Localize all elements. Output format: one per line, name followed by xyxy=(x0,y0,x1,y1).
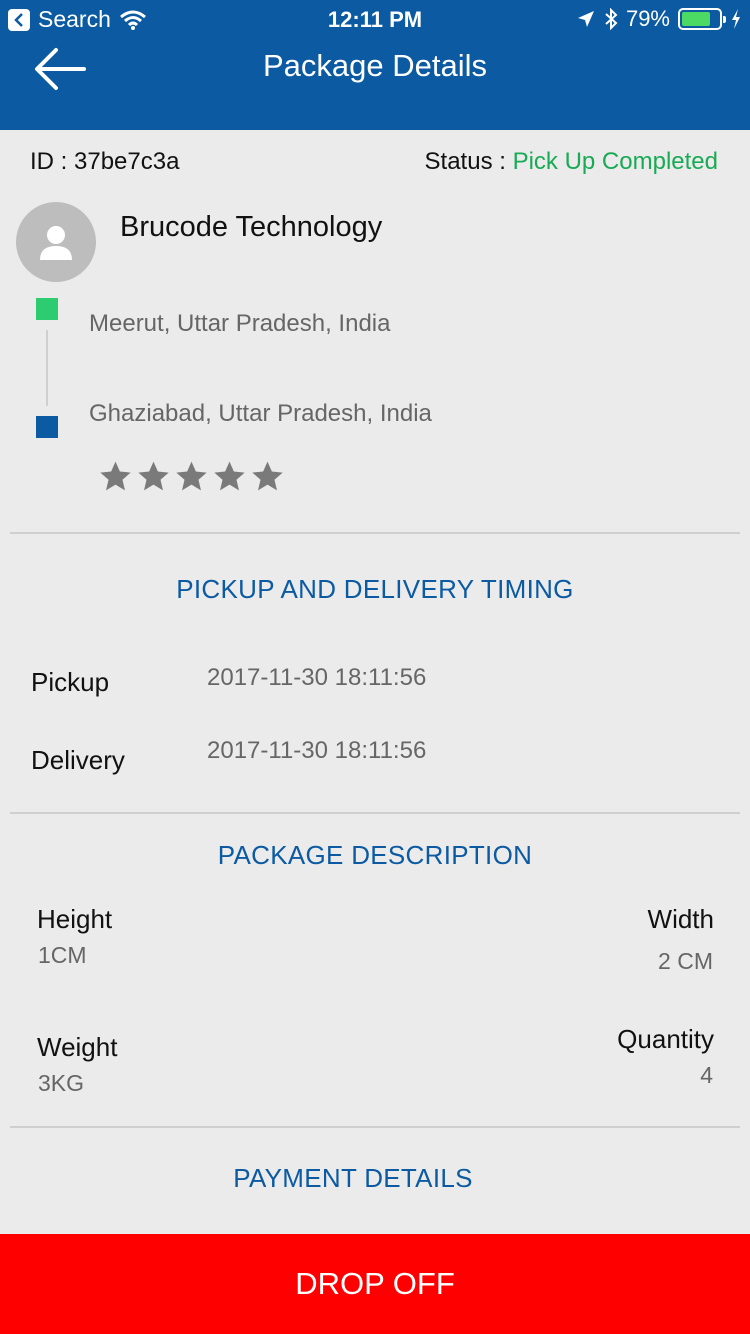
height-label: Height xyxy=(37,904,113,934)
battery-icon xyxy=(678,8,726,30)
star-icon[interactable] xyxy=(250,459,285,494)
package-id-row: ID : 37be7c3a xyxy=(30,148,179,176)
rating-stars[interactable] xyxy=(98,459,285,494)
drop-off-button[interactable]: DROP OFF xyxy=(0,1234,750,1334)
person-icon xyxy=(40,226,72,260)
package-status-row: Status : Pick Up Completed xyxy=(425,148,718,176)
page-title: Package Details xyxy=(262,48,487,83)
drop-off-label: DROP OFF xyxy=(295,1266,455,1301)
quantity-label: Quantity xyxy=(617,1024,714,1054)
bluetooth-icon xyxy=(605,8,618,30)
delivery-time-label: Delivery xyxy=(31,745,125,775)
status-bar: Search 12:11 PM 79% xyxy=(0,0,750,40)
divider xyxy=(10,812,740,814)
height-value: 1CM xyxy=(38,942,87,968)
drop-address: Ghaziabad, Uttar Pradesh, India xyxy=(89,400,432,427)
pickup-time-value: 2017-11-30 18:11:56 xyxy=(207,664,427,691)
status-bar-right: 79% xyxy=(576,6,742,32)
quantity-value: 4 xyxy=(700,1062,713,1088)
divider xyxy=(10,1126,740,1128)
star-icon[interactable] xyxy=(136,459,171,494)
avatar xyxy=(16,202,96,282)
weight-value: 3KG xyxy=(38,1070,85,1096)
weight-label: Weight xyxy=(37,1032,118,1062)
pickup-marker-icon xyxy=(36,298,58,320)
battery-level xyxy=(682,12,711,26)
divider xyxy=(10,532,740,534)
payment-section-title: PAYMENT DETAILS xyxy=(233,1163,473,1193)
sender-name: Brucode Technology xyxy=(120,211,383,243)
app-header: Search 12:11 PM 79% Package Details xyxy=(0,0,750,130)
delivery-time-value: 2017-11-30 18:11:56 xyxy=(207,737,427,764)
drop-marker-icon xyxy=(36,416,58,438)
package-id: 37be7c3a xyxy=(74,148,180,175)
route-line xyxy=(46,330,48,406)
timing-section-title: PICKUP AND DELIVERY TIMING xyxy=(176,574,574,604)
charging-icon xyxy=(732,9,740,29)
location-icon xyxy=(577,11,594,27)
star-icon[interactable] xyxy=(174,459,209,494)
status-label: Status : xyxy=(424,148,513,175)
package-id-label: ID : xyxy=(30,148,75,175)
star-icon[interactable] xyxy=(98,459,133,494)
description-section-title: PACKAGE DESCRIPTION xyxy=(217,840,533,870)
status-value: Pick Up Completed xyxy=(512,148,718,175)
width-label: Width xyxy=(647,904,714,934)
pickup-address: Meerut, Uttar Pradesh, India xyxy=(89,310,391,337)
star-icon[interactable] xyxy=(212,459,247,494)
pickup-time-label: Pickup xyxy=(31,667,110,697)
battery-percent: 79% xyxy=(625,6,670,31)
width-value: 2 CM xyxy=(658,948,713,974)
